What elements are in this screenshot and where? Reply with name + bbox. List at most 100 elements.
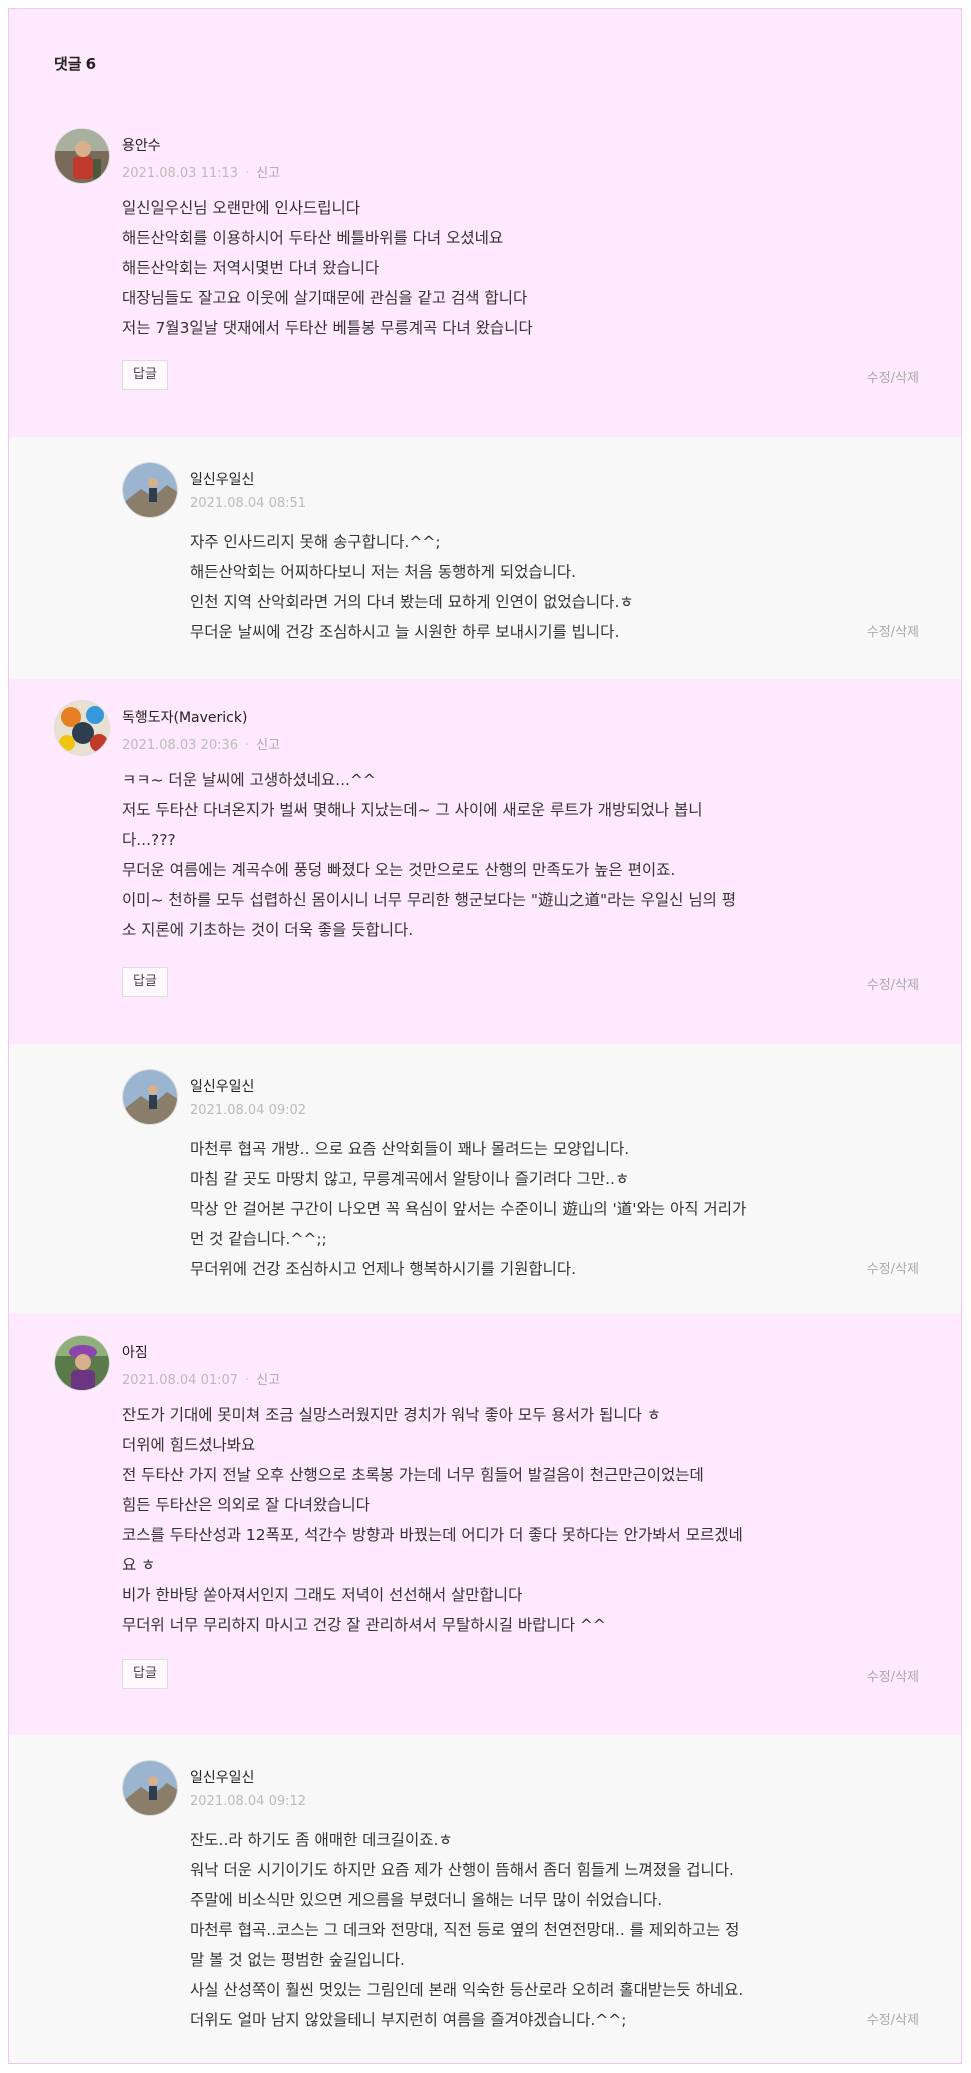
- comment-meta: 2021.08.04 09:02: [190, 1103, 830, 1123]
- comment-line: 무더운 여름에는 계곡수에 풍덩 빠졌다 오는 것만으로도 산행의 만족도가 높…: [122, 861, 676, 879]
- comment-line: 해든산악회를 이용하시어 두타산 베틀바위를 다녀 오셨네요: [122, 229, 504, 247]
- comment-meta: 2021.08.04 09:12: [190, 1794, 830, 1814]
- comment-meta: 2021.08.03 11:13 · 신고: [122, 162, 822, 182]
- comment-author[interactable]: 용안수: [122, 135, 822, 155]
- comment-date: 2021.08.04 09:02: [190, 1103, 307, 1118]
- avatar-mountain-climber-icon: [123, 1761, 177, 1815]
- comment-text: 일신일우신님 오랜만에 인사드립니다 해든산악회를 이용하시어 두타산 베틀바위…: [122, 193, 822, 343]
- edit-delete-link[interactable]: 수정/삭제: [867, 974, 919, 993]
- report-link[interactable]: 신고: [256, 738, 280, 753]
- comment-line: 저도 두타산 다녀온지가 벌써 몇해나 지났는데~ 그 사이에 새로운 루트가 …: [122, 801, 703, 819]
- reply-button[interactable]: 답글: [122, 360, 168, 390]
- comment-author[interactable]: 일신우일신: [190, 1076, 830, 1096]
- reply-button[interactable]: 답글: [122, 967, 168, 997]
- comment-text: 마천루 협곡 개방.. 으로 요즘 산악회들이 꽤나 몰려드는 모양입니다. 마…: [190, 1134, 830, 1284]
- report-link[interactable]: 신고: [256, 166, 280, 181]
- comment-line: ㅋㅋ~ 더운 날씨에 고생하셨네요...^^: [122, 771, 376, 789]
- comments-header: 댓글 6: [9, 9, 961, 107]
- comment-line: 무더위에 건강 조심하시고 언제나 행복하시기를 기원합니다.: [190, 1260, 577, 1278]
- reply-button[interactable]: 답글: [122, 1659, 168, 1689]
- comment-text: 자주 인사드리지 못해 송구합니다.^^; 해든산악회는 어찌하다보니 저는 처…: [190, 527, 830, 647]
- comment: 독행도자(Maverick) 2021.08.03 20:36 · 신고 ㅋㅋ~ 더…: [9, 679, 961, 1044]
- comment-line: 비가 한바탕 쏟아져서인지 그래도 저녁이 선선해서 살만합니다: [122, 1586, 523, 1604]
- comment-line: 무더위 너무 무리하지 마시고 건강 잘 관리하셔서 무탈하시길 바랍니다 ^^: [122, 1616, 606, 1634]
- comment-line: 더위에 힘드셨나봐요: [122, 1436, 256, 1454]
- comment-text: 잔도가 기대에 못미쳐 조금 실망스러웠지만 경치가 워낙 좋아 모두 용서가 …: [122, 1400, 822, 1640]
- comment-date: 2021.08.04 09:12: [190, 1794, 307, 1809]
- comment-line: 막상 안 걸어본 구간이 나오면 꼭 욕심이 앞서는 수준이니 遊山의 '道'와…: [190, 1200, 747, 1218]
- comment-line: 자주 인사드리지 못해 송구합니다.^^;: [190, 533, 441, 551]
- comment-line: 잔도..라 하기도 좀 애매한 데크길이죠.ㅎ: [190, 1831, 453, 1849]
- comment-body: 일신우일신 2021.08.04 09:02 마천루 협곡 개방.. 으로 요즘…: [190, 1076, 830, 1284]
- edit-delete-link[interactable]: 수정/삭제: [867, 1666, 919, 1685]
- edit-delete-link[interactable]: 수정/삭제: [867, 1258, 919, 1277]
- report-link[interactable]: 신고: [256, 1373, 280, 1388]
- comment-body: 용안수 2021.08.03 11:13 · 신고 일신일우신님 오랜만에 인사드립…: [122, 135, 822, 343]
- avatar-mountain-climber-icon: [123, 463, 177, 517]
- comment-body: 일신우일신 2021.08.04 08:51 자주 인사드리지 못해 송구합니다…: [190, 469, 830, 647]
- reply-comment: 일신우일신 2021.08.04 08:51 자주 인사드리지 못해 송구합니다…: [9, 437, 961, 679]
- comment-body: 아짐 2021.08.04 01:07 · 신고 잔도가 기대에 못미쳐 조금 실망…: [122, 1342, 822, 1640]
- edit-delete-link[interactable]: 수정/삭제: [867, 367, 919, 386]
- comment-line: 무더운 날씨에 건강 조심하시고 늘 시원한 하루 보내시기를 빕니다.: [190, 623, 620, 641]
- comment-author[interactable]: 일신우일신: [190, 1767, 830, 1787]
- comment-line: 말 볼 것 없는 평범한 숲길입니다.: [190, 1951, 405, 1969]
- comments-title: 댓글: [54, 55, 82, 73]
- comment-line: 잔도가 기대에 못미쳐 조금 실망스러웠지만 경치가 워낙 좋아 모두 용서가 …: [122, 1406, 662, 1424]
- avatar[interactable]: [54, 700, 110, 756]
- comment-line: 소 지론에 기초하는 것이 더욱 좋을 듯합니다.: [122, 921, 414, 939]
- reply-comment: 일신우일신 2021.08.04 09:12 잔도..라 하기도 좀 애매한 데…: [9, 1735, 961, 2063]
- comment-line: 대장님들도 잘고요 이웃에 살기때문에 관심을 같고 검색 합니다: [122, 289, 528, 307]
- edit-delete-link[interactable]: 수정/삭제: [867, 2009, 919, 2028]
- comment-date: 2021.08.03 11:13: [122, 166, 239, 181]
- comment-line: 마천루 협곡 개방.. 으로 요즘 산악회들이 꽤나 몰려드는 모양입니다.: [190, 1140, 630, 1158]
- comment-text: 잔도..라 하기도 좀 애매한 데크길이죠.ㅎ 워낙 더운 시기이기도 하지만 …: [190, 1825, 830, 2035]
- comment-line: 마천루 협곡..코스는 그 데크와 전망대, 직전 등로 옆의 천연전망대.. …: [190, 1921, 740, 1939]
- comment-line: 코스를 두타산성과 12폭포, 석간수 방향과 바꿨는데 어디가 더 좋다 못하…: [122, 1526, 743, 1544]
- avatar[interactable]: [122, 1069, 178, 1125]
- meta-separator: ·: [245, 1373, 250, 1388]
- comment-author[interactable]: 아짐: [122, 1342, 822, 1362]
- comment-body: 일신우일신 2021.08.04 09:12 잔도..라 하기도 좀 애매한 데…: [190, 1767, 830, 2035]
- reply-comment: 일신우일신 2021.08.04 09:02 마천루 협곡 개방.. 으로 요즘…: [9, 1044, 961, 1314]
- comment-date: 2021.08.04 08:51: [190, 496, 307, 511]
- comments-count: 6: [85, 55, 97, 73]
- comment-body: 독행도자(Maverick) 2021.08.03 20:36 · 신고 ㅋㅋ~ 더…: [122, 707, 822, 945]
- comment-line: 인천 지역 산악회라면 거의 다녀 봤는데 묘하게 인연이 없었습니다.ㅎ: [190, 593, 634, 611]
- comment: 아짐 2021.08.04 01:07 · 신고 잔도가 기대에 못미쳐 조금 실망…: [9, 1314, 961, 1735]
- comment-line: 해든산악회는 저역시몇번 다녀 왔습니다: [122, 259, 380, 277]
- avatar-purple-hat-woman-icon: [55, 1336, 109, 1390]
- comment-line: 다...???: [122, 831, 176, 849]
- comment-meta: 2021.08.04 08:51: [190, 496, 830, 516]
- comment-line: 저는 7월3일날 댓재에서 두타산 베틀봉 무릉계곡 다녀 왔습니다: [122, 319, 533, 337]
- comment-author[interactable]: 독행도자(Maverick): [122, 707, 822, 727]
- edit-delete-link[interactable]: 수정/삭제: [867, 621, 919, 640]
- avatar[interactable]: [54, 1335, 110, 1391]
- comment-line: 더위도 얼마 남지 않았을테니 부지런히 여름을 즐겨야겠습니다.^^;: [190, 2011, 627, 2029]
- avatar[interactable]: [122, 462, 178, 518]
- comment-meta: 2021.08.04 01:07 · 신고: [122, 1369, 822, 1389]
- avatar-person-red-icon: [55, 129, 109, 183]
- comment-meta: 2021.08.03 20:36 · 신고: [122, 734, 822, 754]
- meta-separator: ·: [245, 166, 250, 181]
- comment-line: 주말에 비소식만 있으면 게으름을 부렸더니 올해는 너무 많이 쉬었습니다.: [190, 1891, 663, 1909]
- avatar-mountain-climber-icon: [123, 1070, 177, 1124]
- comment-line: 마침 갈 곳도 마땅치 않고, 무릉계곡에서 알탕이나 즐기려다 그만..ㅎ: [190, 1170, 630, 1188]
- comment-text: ㅋㅋ~ 더운 날씨에 고생하셨네요...^^ 저도 두타산 다녀온지가 벌써 몇…: [122, 765, 822, 945]
- comment-line: 일신일우신님 오랜만에 인사드립니다: [122, 199, 361, 217]
- comment-line: 먼 것 같습니다.^^;;: [190, 1230, 327, 1248]
- comment-line: 이미~ 천하를 모두 섭렵하신 몸이시니 너무 무리한 행군보다는 "遊山之道"…: [122, 891, 737, 909]
- avatar[interactable]: [122, 1760, 178, 1816]
- comment-line: 해든산악회는 어찌하다보니 저는 처음 동행하게 되었습니다.: [190, 563, 577, 581]
- comment-author[interactable]: 일신우일신: [190, 469, 830, 489]
- comments-panel: 댓글 6 용안수 2021.08.03 11:13 · 신고 일신일우신님 오랜만에 …: [8, 8, 962, 2064]
- avatar-colorful-collage-icon: [55, 701, 109, 755]
- comment-line: 전 두타산 가지 전날 오후 산행으로 초록봉 가는데 너무 힘들어 발걸음이 …: [122, 1466, 704, 1484]
- comment-date: 2021.08.04 01:07: [122, 1373, 239, 1388]
- comment-line: 워낙 더운 시기이기도 하지만 요즘 제가 산행이 뜸해서 좀더 힘들게 느껴졌…: [190, 1861, 734, 1879]
- avatar[interactable]: [54, 128, 110, 184]
- comment-line: 힘든 두타산은 의외로 잘 다녀왔습니다: [122, 1496, 370, 1514]
- comment-line: 사실 산성쪽이 훨씬 멋있는 그림인데 본래 익숙한 등산로라 오히려 홀대받는…: [190, 1981, 744, 1999]
- comment-date: 2021.08.03 20:36: [122, 738, 239, 753]
- comment: 용안수 2021.08.03 11:13 · 신고 일신일우신님 오랜만에 인사드립…: [9, 107, 961, 437]
